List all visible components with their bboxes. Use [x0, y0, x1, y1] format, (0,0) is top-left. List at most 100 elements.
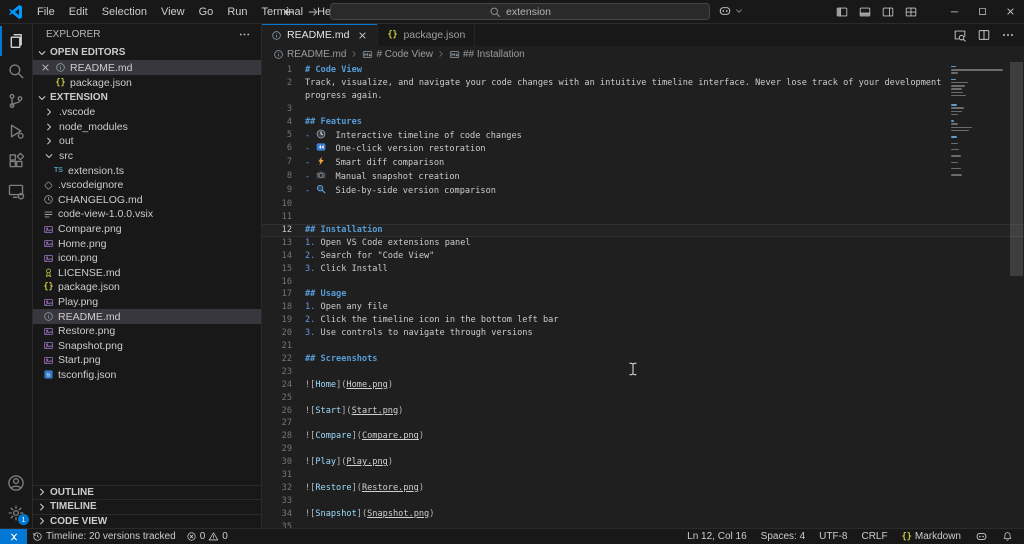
editor-body[interactable]: 1 # Code View 2 Track, visualize, and navig… [262, 62, 1024, 528]
tree-item-restore-png[interactable]: Restore.png [33, 324, 261, 339]
activity-source-control[interactable] [0, 86, 32, 116]
tree-item-node-modules[interactable]: node_modules [33, 120, 261, 135]
editor-line-3[interactable]: 3 [262, 103, 1024, 116]
editor-line-33[interactable]: 33 [262, 495, 1024, 508]
activity-explorer[interactable] [0, 26, 32, 56]
cursor-position[interactable]: Ln 12, Col 16 [684, 531, 750, 542]
tree-item-icon-png[interactable]: icon.png [33, 251, 261, 266]
editor-line-30[interactable]: 30 ![Play](Play.png) [262, 456, 1024, 469]
tree-item-license-md[interactable]: LICENSE.md [33, 266, 261, 281]
split-editor-icon[interactable] [977, 28, 991, 42]
editor-line-8[interactable]: 8 - Manual snapshot creation [262, 170, 1024, 184]
editor-line-12[interactable]: 12 ## Installation [262, 223, 1024, 237]
editor-line-25[interactable]: 25 [262, 392, 1024, 405]
activity-accounts[interactable] [0, 468, 32, 498]
editor-line-21[interactable]: 21 [262, 340, 1024, 353]
eol-status[interactable]: CRLF [858, 531, 890, 542]
command-center-search[interactable]: extension [330, 3, 710, 20]
activity-search[interactable] [0, 56, 32, 86]
vertical-scrollbar[interactable] [1010, 62, 1023, 528]
open-editor-readme-md[interactable]: README.md [33, 60, 261, 75]
views-more-actions-icon[interactable] [238, 28, 251, 41]
section-timeline[interactable]: TIMELINE [33, 499, 261, 514]
editor-line-20[interactable]: 20 3. Use controls to navigate through ve… [262, 327, 1024, 340]
editor-line-6[interactable]: 6 - One-click version restoration [262, 142, 1024, 156]
editor-line-15[interactable]: 15 3. Click Install [262, 263, 1024, 276]
timeline-status[interactable]: Timeline: 20 versions tracked [27, 529, 181, 544]
tree-item-snapshot-png[interactable]: Snapshot.png [33, 339, 261, 354]
remote-indicator[interactable] [0, 529, 27, 544]
tree-item-readme-md[interactable]: README.md [33, 309, 261, 324]
editor-line-35[interactable]: 35 [262, 521, 1024, 528]
editor-line-32[interactable]: 32 ![Restore](Restore.png) [262, 482, 1024, 495]
editor-line-28[interactable]: 28 ![Compare](Compare.png) [262, 430, 1024, 443]
notifications[interactable] [999, 531, 1016, 542]
menu-go[interactable]: Go [192, 1, 221, 23]
activity-extensions[interactable] [0, 146, 32, 176]
breadcrumb-item[interactable]: # Code View [376, 49, 433, 60]
tree-item-extension-ts[interactable]: TS extension.ts [33, 163, 261, 178]
editor-line-7[interactable]: 7 - Smart diff comparison [262, 156, 1024, 170]
minimize-button[interactable] [940, 0, 968, 24]
breadcrumb-item[interactable]: ## Installation [463, 49, 525, 60]
open-editors-header[interactable]: OPEN EDITORS [33, 45, 261, 60]
toggle-panel-icon[interactable] [858, 5, 872, 19]
tree-item-src[interactable]: src [33, 149, 261, 164]
editor-line-18[interactable]: 18 1. Open any file [262, 301, 1024, 314]
tree-item-play-png[interactable]: Play.png [33, 295, 261, 310]
language-mode[interactable]: {} Markdown [899, 531, 964, 542]
close-editor-icon[interactable] [40, 62, 51, 73]
toggle-primary-sidebar-icon[interactable] [835, 5, 849, 19]
editor-line-11[interactable]: 11 [262, 211, 1024, 224]
toggle-secondary-sidebar-icon[interactable] [881, 5, 895, 19]
editor-line-23[interactable]: 23 [262, 366, 1024, 379]
forward-icon[interactable] [306, 5, 320, 19]
activity-run-and-debug[interactable] [0, 116, 32, 146]
tree-item-vscode[interactable]: .vscode [33, 105, 261, 120]
customize-layout-icon[interactable] [904, 5, 918, 19]
problems-status[interactable]: 0 0 [181, 529, 233, 544]
editor-line-24[interactable]: 24 ![Home](Home.png) [262, 379, 1024, 392]
tree-item-code-view-1-0-0-vsix[interactable]: code-view-1.0.0.vsix [33, 207, 261, 222]
editor-line-10[interactable]: 10 [262, 198, 1024, 211]
editor-line-2[interactable]: 2 Track, visualize, and navigate your cod… [262, 77, 1024, 103]
menu-view[interactable]: View [154, 1, 192, 23]
close-tab-icon[interactable] [357, 30, 368, 41]
menu-file[interactable]: File [30, 1, 62, 23]
activity-remote-explorer[interactable] [0, 176, 32, 206]
workspace-section-header[interactable]: EXTENSION [33, 90, 261, 105]
tab-package-json[interactable]: {} package.json [378, 24, 476, 46]
minimap[interactable] [951, 66, 1007, 181]
copilot-status[interactable] [972, 530, 991, 543]
tree-item-start-png[interactable]: Start.png [33, 353, 261, 368]
menu-selection[interactable]: Selection [95, 1, 154, 23]
tree-item-vscodeignore[interactable]: .vscodeignore [33, 178, 261, 193]
editor-line-17[interactable]: 17 ## Usage [262, 288, 1024, 301]
back-icon[interactable] [282, 5, 296, 19]
tree-item-tsconfig-json[interactable]: ts tsconfig.json [33, 368, 261, 383]
more-actions-icon[interactable] [1001, 28, 1015, 42]
editor-line-22[interactable]: 22 ## Screenshots [262, 353, 1024, 366]
open-preview-icon[interactable] [953, 28, 967, 42]
activity-manage[interactable]: 1 [0, 498, 32, 528]
editor-line-14[interactable]: 14 2. Search for "Code View" [262, 250, 1024, 263]
open-editor-package-json[interactable]: {} package.json [33, 75, 261, 90]
breadcrumb-item[interactable]: README.md [287, 49, 346, 60]
tab-readme-md[interactable]: README.md [262, 24, 379, 46]
encoding-status[interactable]: UTF-8 [816, 531, 850, 542]
editor-line-31[interactable]: 31 [262, 469, 1024, 482]
maximize-button[interactable] [968, 0, 996, 24]
section-code-view[interactable]: CODE VIEW [33, 513, 261, 529]
tree-item-changelog-md[interactable]: CHANGELOG.md [33, 193, 261, 208]
copilot-menu[interactable] [718, 4, 744, 18]
menu-run[interactable]: Run [220, 1, 254, 23]
editor-line-13[interactable]: 13 1. Open VS Code extensions panel [262, 237, 1024, 250]
editor-line-16[interactable]: 16 [262, 276, 1024, 289]
scrollbar-thumb[interactable] [1010, 62, 1023, 276]
menu-edit[interactable]: Edit [62, 1, 95, 23]
editor-line-34[interactable]: 34 ![Snapshot](Snapshot.png) [262, 508, 1024, 521]
indentation-status[interactable]: Spaces: 4 [758, 531, 808, 542]
editor-line-19[interactable]: 19 2. Click the timeline icon in the bott… [262, 314, 1024, 327]
editor-line-27[interactable]: 27 [262, 417, 1024, 430]
editor-line-4[interactable]: 4 ## Features [262, 116, 1024, 129]
